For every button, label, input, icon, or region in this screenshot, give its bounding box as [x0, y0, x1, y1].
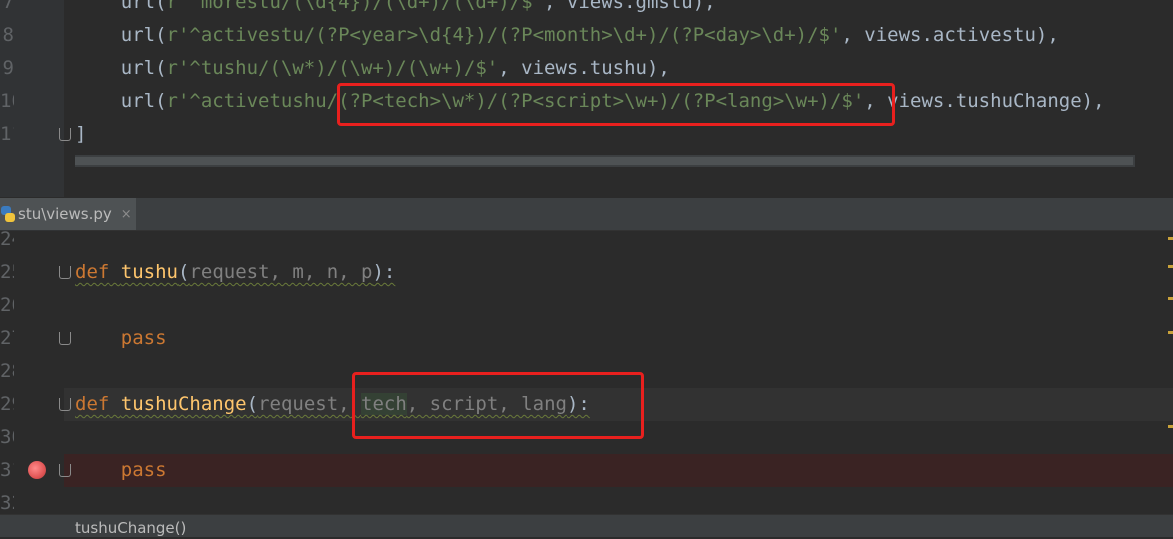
line-number: 27 [0, 327, 14, 349]
code-text: ] [75, 123, 87, 145]
line-number: 11 [0, 123, 14, 145]
line-number: 26 [0, 294, 14, 316]
fold-marker-icon[interactable] [59, 332, 71, 345]
url-pattern-callout [337, 83, 895, 126]
line-number: 8 [2, 24, 14, 46]
code-text: url(r'^morestu/(\d{4})/(\d+)/(\d+)/$', v… [75, 0, 716, 13]
params-callout [352, 372, 644, 439]
fold-marker-icon[interactable] [59, 266, 71, 279]
breadcrumb[interactable]: tushuChange() [75, 517, 186, 539]
code-text: pass [120, 459, 167, 481]
code-line[interactable]: 8 url(r'^activestu/(?P<year>\d{4})/(?P<m… [0, 19, 1173, 52]
scrollbar-thumb[interactable] [75, 157, 1133, 165]
code-line[interactable]: 31 pass [0, 454, 1173, 487]
code-text: url(r'^activestu/(?P<year>\d{4})/(?P<mon… [75, 24, 1059, 46]
code-line[interactable]: 26 [0, 289, 1173, 322]
scroll-marker[interactable] [1168, 297, 1173, 300]
breakpoint-icon[interactable] [28, 461, 46, 479]
code-line[interactable]: 27 pass [0, 322, 1173, 355]
scroll-marker[interactable] [1168, 331, 1173, 334]
code-text: url(r'^tushu/(\w*)/(\w+)/(\w+)/$', views… [75, 57, 670, 79]
tab-label: stu\views.py [18, 205, 112, 223]
code-line[interactable]: 9 url(r'^tushu/(\w*)/(\w+)/(\w+)/$', vie… [0, 52, 1173, 85]
fold-marker-icon[interactable] [59, 398, 71, 411]
line-number: 9 [2, 57, 14, 79]
code-text: pass [120, 327, 167, 349]
line-number: 31 [0, 459, 14, 481]
close-icon[interactable]: × [121, 207, 132, 222]
scroll-marker[interactable] [1168, 425, 1173, 428]
line-number: 24 [0, 228, 14, 250]
horizontal-scrollbar[interactable] [75, 155, 1135, 167]
line-number: 29 [0, 393, 14, 415]
code-line[interactable]: 24 [0, 223, 1173, 256]
line-number: 25 [0, 261, 14, 283]
fold-marker-icon[interactable] [59, 464, 71, 477]
scroll-marker[interactable] [1168, 237, 1173, 240]
breadcrumb-bar: tushuChange() [0, 514, 1173, 537]
line-number: 7 [2, 0, 14, 13]
bottom-editor-pane[interactable]: 24 25 def tushu(request, m, n, p): 26 27… [0, 228, 1173, 515]
python-file-icon [1, 206, 15, 222]
line-number: 30 [0, 426, 14, 448]
line-number: 28 [0, 360, 14, 382]
code-line[interactable]: 25 def tushu(request, m, n, p): [0, 256, 1173, 289]
def-tushu: def tushu(request, m, n, p): [75, 261, 396, 283]
scroll-marker[interactable] [1168, 265, 1173, 268]
code-line[interactable]: 7 url(r'^morestu/(\d{4})/(\d+)/(\d+)/$',… [0, 0, 1173, 19]
top-editor-pane[interactable]: 7 url(r'^morestu/(\d{4})/(\d+)/(\d+)/$',… [0, 0, 1173, 197]
line-number: 10 [0, 90, 14, 112]
fold-marker-icon[interactable] [59, 128, 71, 141]
